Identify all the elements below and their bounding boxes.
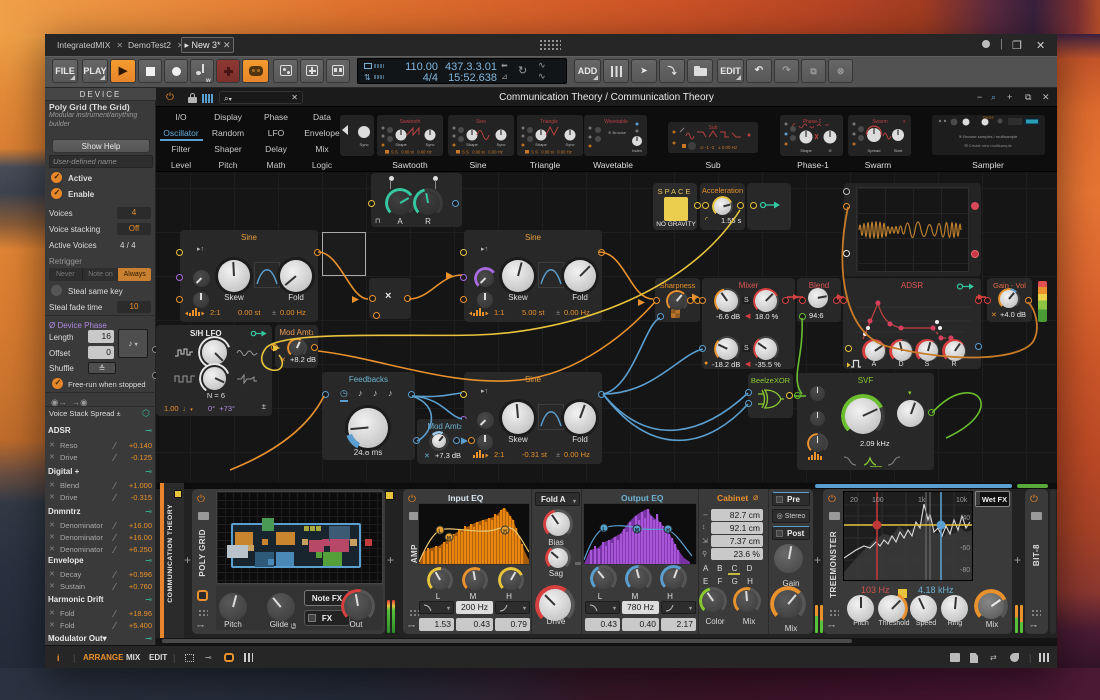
svg-text:1k: 1k [918, 497, 926, 504]
svg-text:Swarm: Swarm [872, 119, 888, 125]
svg-text:L: L [602, 527, 605, 533]
svg-text:≋ Browse samples / multisample: ≋ Browse samples / multisample [959, 134, 1018, 139]
svg-text:M: M [447, 536, 451, 542]
svg-text:⊞ Create new multisample: ⊞ Create new multisample [964, 143, 1012, 148]
svg-text:Shape: Shape [800, 148, 812, 153]
svg-text:H: H [666, 528, 670, 534]
svg-text:Index: Index [632, 148, 642, 153]
svg-text:≋ Browse: ≋ Browse [608, 130, 627, 135]
svg-text:Sub: Sub [709, 125, 718, 131]
svg-text:H: H [503, 529, 507, 535]
svg-text:-80: -80 [960, 567, 970, 574]
svg-text:Spread: Spread [868, 148, 881, 153]
svg-text:Start: Start [894, 148, 903, 153]
svg-text:Sync: Sync [360, 142, 369, 147]
svg-text:Wavetable: Wavetable [604, 119, 628, 125]
svg-text:100: 100 [872, 497, 884, 504]
svg-text:L: L [438, 529, 441, 535]
svg-text:-40: -40 [960, 515, 970, 522]
svg-text:Cycles: Cycles [983, 116, 994, 120]
svg-text:20: 20 [850, 497, 858, 504]
svg-text:⊘: ⊘ [828, 148, 831, 153]
svg-text:⊙ -1 -2 ± 0.00 Hz: ⊙ -1 -2 ± 0.00 Hz [700, 145, 738, 150]
svg-text:Sine: Sine [476, 119, 486, 125]
svg-text:-60: -60 [960, 545, 970, 552]
svg-text:Sawtooth: Sawtooth [400, 119, 421, 125]
svg-text:Triangle: Triangle [540, 119, 558, 125]
svg-text:M: M [635, 528, 639, 534]
svg-text:10k: 10k [956, 497, 968, 504]
